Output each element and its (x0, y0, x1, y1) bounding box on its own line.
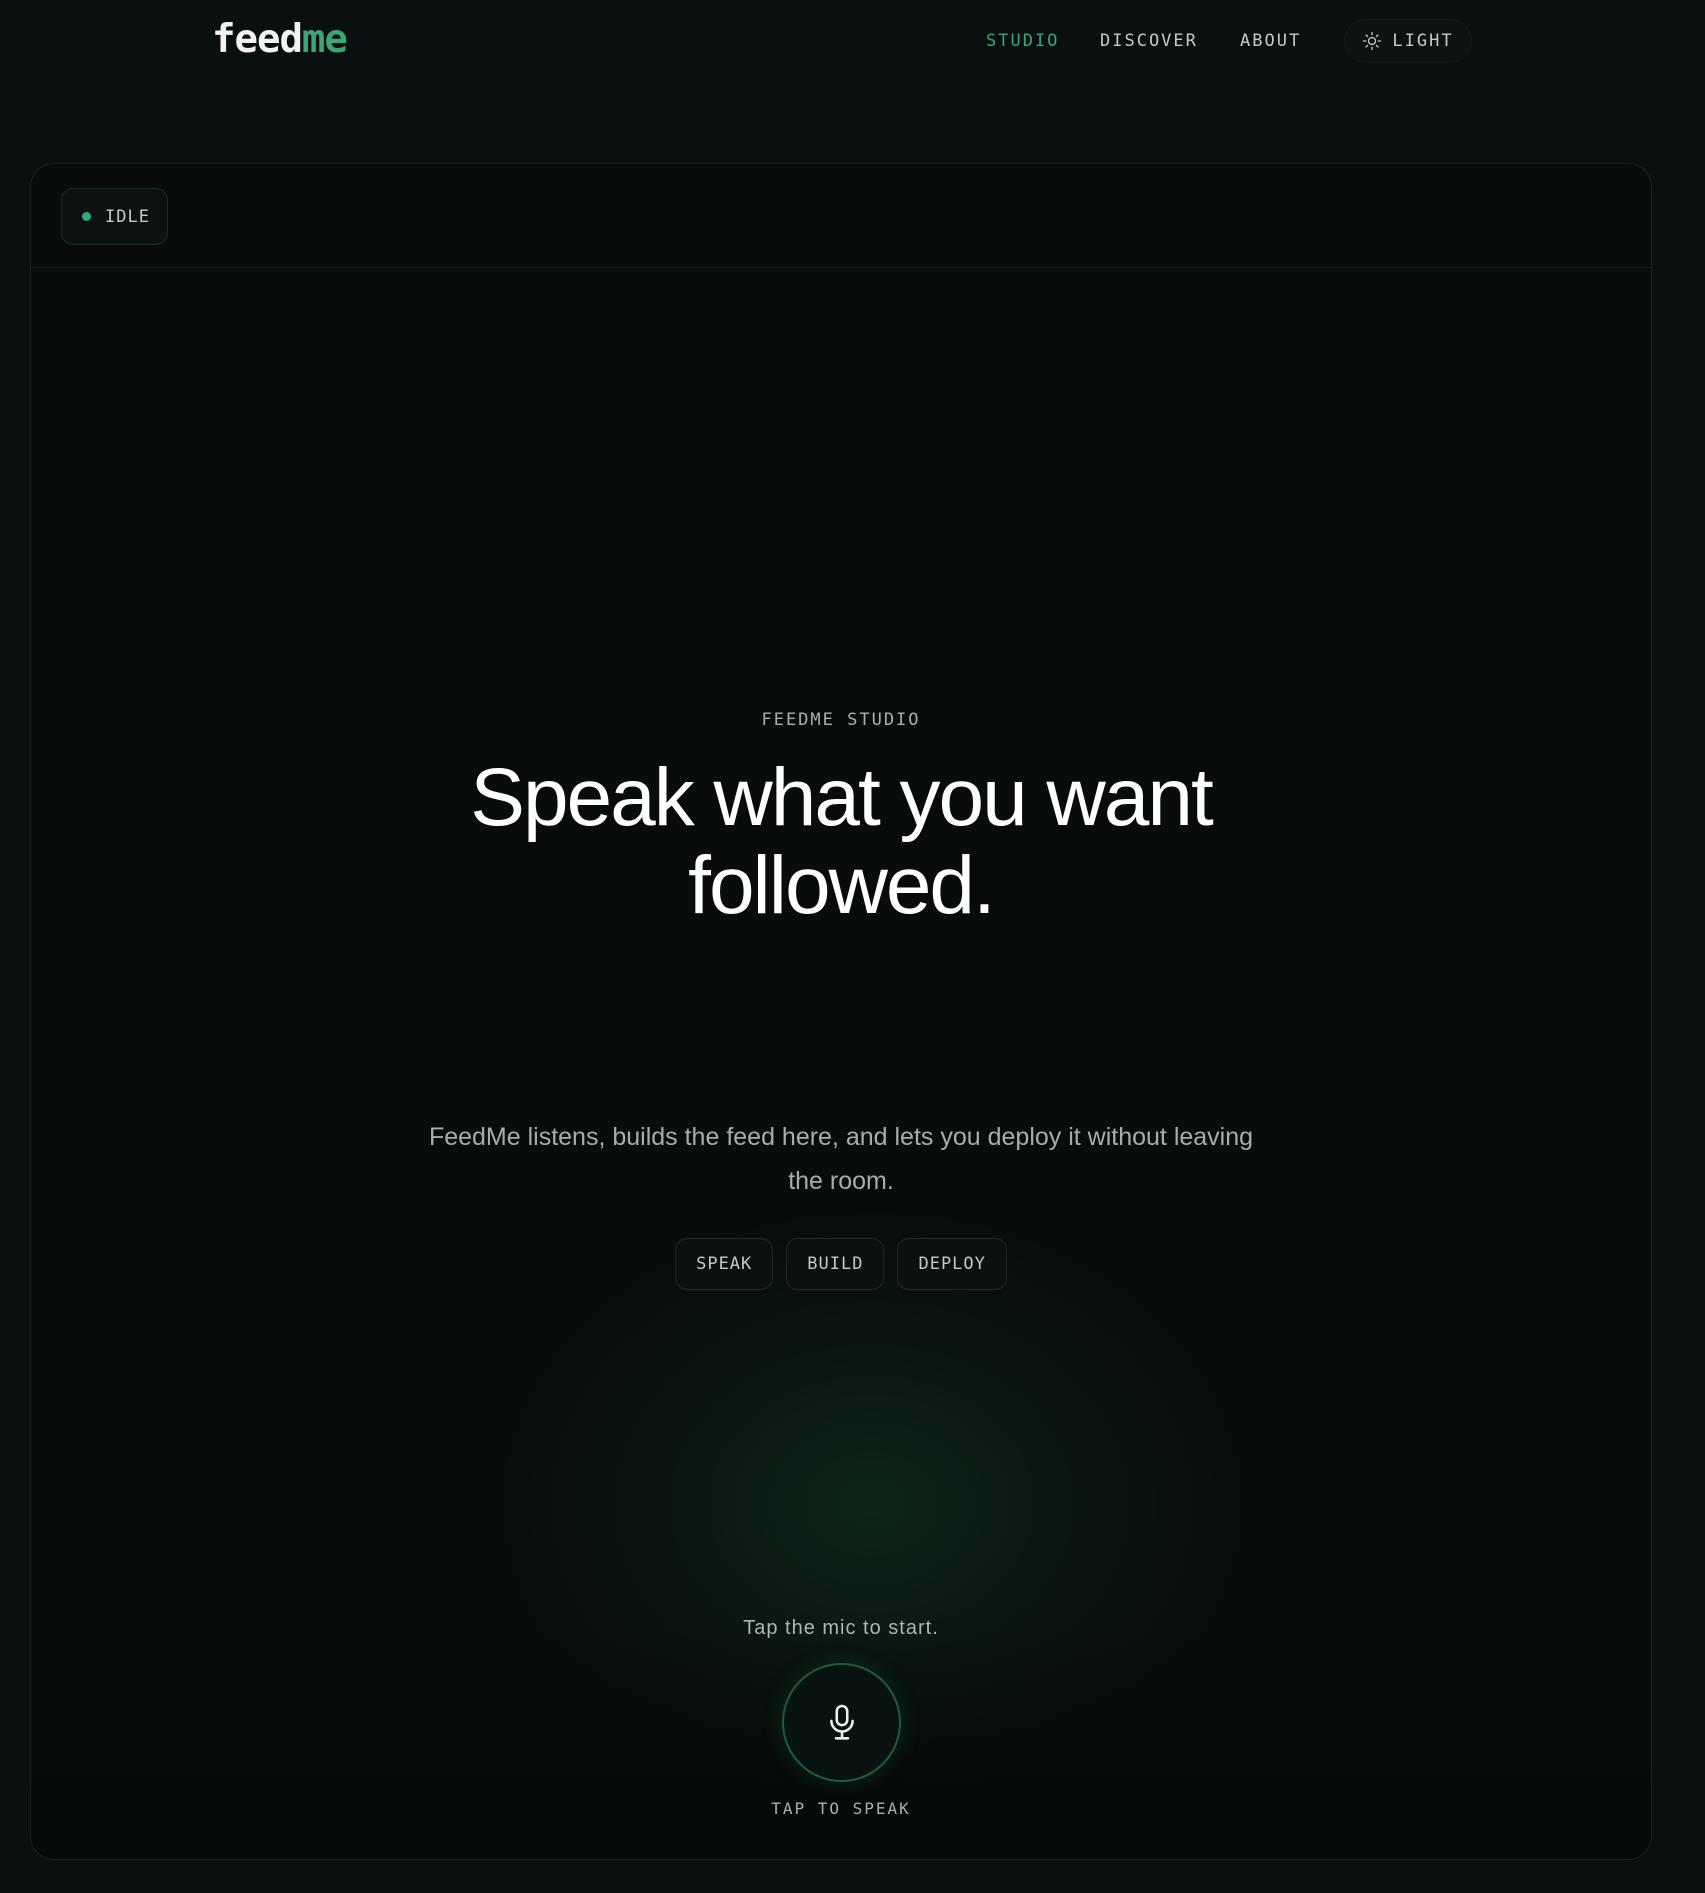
nav-link-discover[interactable]: DISCOVER (1100, 27, 1198, 55)
hero-headline: Speak what you want followed. (31, 754, 1651, 930)
theme-toggle-button[interactable]: LIGHT (1344, 19, 1472, 63)
chip-deploy[interactable]: DEPLOY (897, 1238, 1007, 1290)
chip-build[interactable]: BUILD (786, 1238, 885, 1290)
hero-eyebrow: FEEDME STUDIO (761, 710, 921, 730)
mic-caption: TAP TO SPEAK (771, 1799, 911, 1818)
hero-headline-line-2: followed. (688, 840, 996, 931)
mic-hint: Tap the mic to start. (743, 1617, 939, 1639)
logo-text-feed: feed (212, 17, 303, 62)
microphone-icon (829, 1704, 854, 1740)
logo-text-me: me (301, 17, 348, 62)
status-label: IDLE (105, 206, 150, 227)
theme-toggle-label: LIGHT (1392, 31, 1454, 51)
feedme-logo[interactable]: feedme (212, 14, 348, 66)
sun-icon (1363, 31, 1382, 51)
nav-link-about[interactable]: ABOUT (1240, 27, 1301, 55)
hero-subtext-line-1: FeedMe listens, builds the feed here, an… (428, 1123, 1254, 1151)
status-dot-icon (82, 212, 91, 221)
nav-link-studio[interactable]: STUDIO (986, 27, 1059, 55)
hero-headline-line-1: Speak what you want (470, 752, 1213, 843)
hero-subtext: FeedMe listens, builds the feed here, an… (391, 1115, 1291, 1203)
mic-button[interactable] (782, 1663, 901, 1782)
chip-speak[interactable]: SPEAK (675, 1238, 774, 1290)
hero-chips: SPEAK BUILD DEPLOY (31, 1238, 1651, 1290)
studio-panel-header: IDLE (31, 164, 1651, 268)
top-navigation: feedme STUDIO DISCOVER ABOUT LIGHT (0, 0, 1705, 82)
studio-panel: IDLE FEEDME STUDIO Speak what you want f… (30, 163, 1652, 1860)
hero-subtext-line-2: the room. (788, 1167, 894, 1195)
status-badge: IDLE (61, 188, 168, 245)
